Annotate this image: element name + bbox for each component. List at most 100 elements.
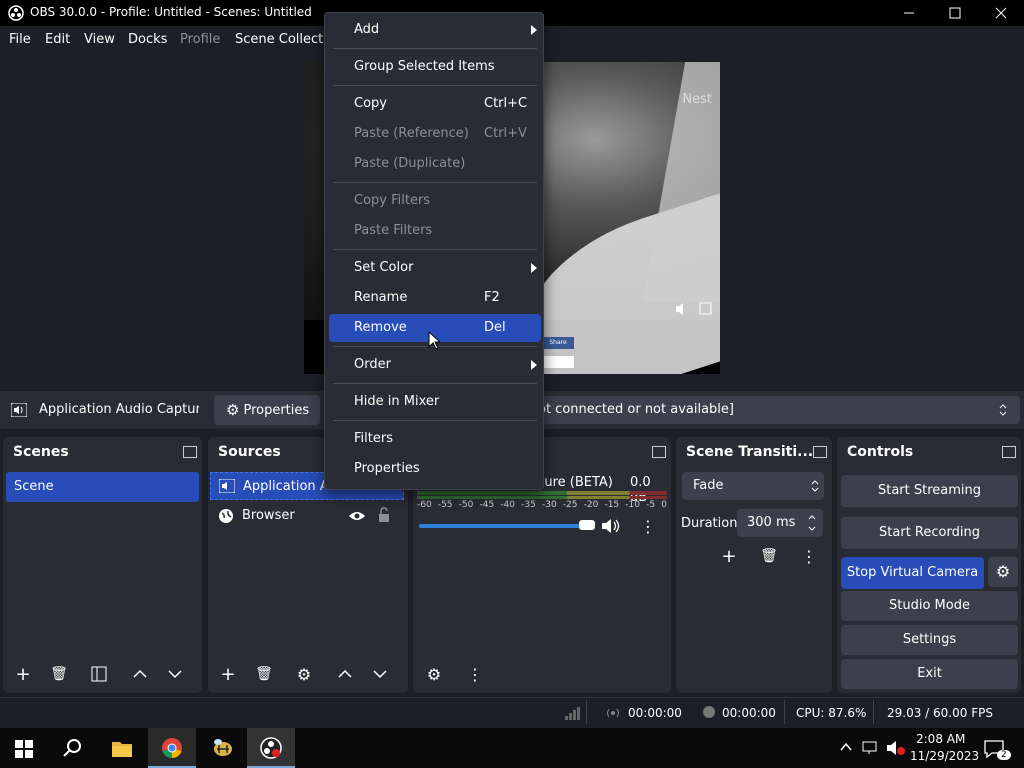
trash-icon: 🗑 — [760, 548, 778, 564]
eye-icon[interactable] — [348, 510, 366, 522]
volume-muted-icon[interactable] — [886, 740, 906, 756]
share-button[interactable]: Share — [542, 337, 574, 349]
move-source-up-button[interactable] — [330, 660, 360, 688]
exit-button[interactable]: Exit — [841, 659, 1018, 689]
app-bee-icon[interactable] — [211, 737, 235, 759]
menu-item-paste-reference[interactable]: Paste (Reference) Ctrl+V — [329, 120, 541, 148]
unlock-icon[interactable] — [378, 507, 390, 523]
menu-item-label: Remove — [354, 320, 407, 335]
virtual-camera-settings-button[interactable]: ⚙ — [988, 557, 1018, 587]
mouse-cursor-icon — [428, 331, 440, 350]
maximize-icon — [949, 7, 961, 19]
float-dock-icon[interactable] — [183, 446, 197, 458]
meter-tick: -10 — [625, 500, 640, 510]
menu-item-rename[interactable]: Rename F2 — [329, 284, 541, 312]
volume-slider[interactable] — [419, 524, 589, 528]
close-button[interactable] — [978, 0, 1024, 26]
float-dock-icon[interactable] — [652, 446, 666, 458]
start-streaming-button[interactable]: Start Streaming — [841, 475, 1018, 507]
menu-item-add[interactable]: Add — [329, 16, 541, 44]
transition-select[interactable]: Fade — [682, 472, 824, 500]
menu-shortcut: F2 — [484, 290, 500, 305]
menu-item-properties[interactable]: Properties — [329, 455, 541, 483]
menu-view[interactable]: View — [84, 32, 115, 47]
menu-item-filters[interactable]: Filters — [329, 425, 541, 453]
menu-item-group[interactable]: Group Selected Items — [329, 53, 541, 81]
menu-item-set-color[interactable]: Set Color — [329, 254, 541, 282]
chevron-up-icon[interactable] — [840, 742, 852, 752]
menu-item-hide-in-mixer[interactable]: Hide in Mixer — [329, 388, 541, 416]
menu-scene-collection[interactable]: Scene Collectio — [235, 32, 335, 47]
add-source-button[interactable]: + — [213, 660, 243, 688]
meter-tick: 0 — [661, 500, 667, 510]
network-icon[interactable] — [862, 740, 880, 756]
mixer-more-button[interactable]: ⋮ — [460, 660, 490, 688]
menu-file[interactable]: File — [9, 32, 31, 47]
stop-virtual-camera-button[interactable]: Stop Virtual Camera — [841, 557, 984, 589]
minimize-button[interactable] — [886, 0, 932, 26]
windows-start-icon[interactable] — [15, 740, 33, 758]
remove-transition-button[interactable]: 🗑 — [754, 542, 784, 570]
search-icon[interactable] — [62, 738, 82, 758]
menu-separator — [333, 249, 537, 250]
source-item-browser[interactable]: Browser — [210, 502, 404, 530]
device-select-value: ot connected or not available] — [538, 402, 734, 417]
add-transition-button[interactable]: + — [714, 542, 744, 570]
menu-shortcut: Ctrl+C — [484, 96, 528, 111]
maximize-button[interactable] — [932, 0, 978, 26]
controls-title: Controls — [847, 444, 914, 460]
record-icon — [703, 706, 715, 718]
remove-scene-button[interactable]: 🗑 — [44, 660, 74, 688]
more-vertical-icon: ⋮ — [640, 516, 656, 536]
remove-source-button[interactable]: 🗑 — [249, 660, 279, 688]
obs-taskbar-item[interactable] — [247, 728, 295, 768]
move-scene-up-button[interactable] — [125, 660, 155, 688]
menu-item-copy[interactable]: Copy Ctrl+C — [329, 90, 541, 118]
menu-item-order[interactable]: Order — [329, 351, 541, 379]
menu-shortcut: Del — [484, 320, 506, 335]
menu-item-label: Paste Filters — [354, 223, 433, 238]
menu-shortcut: Ctrl+V — [484, 126, 527, 141]
add-scene-button[interactable]: + — [8, 660, 38, 688]
more-vertical-icon: ⋮ — [467, 664, 483, 684]
volume-slider-handle[interactable] — [579, 520, 595, 530]
mixer-menu-button[interactable]: ⋮ — [633, 512, 663, 540]
file-explorer-icon[interactable] — [111, 738, 133, 758]
move-scene-down-button[interactable] — [160, 660, 190, 688]
menu-profile[interactable]: Profile — [180, 32, 220, 47]
menu-item-copy-filters[interactable]: Copy Filters — [329, 187, 541, 215]
move-source-down-button[interactable] — [365, 660, 395, 688]
scenes-title: Scenes — [13, 444, 69, 460]
meter-tick: -25 — [562, 500, 578, 510]
scene-filters-button[interactable] — [84, 660, 114, 688]
device-select[interactable]: ot connected or not available] — [524, 396, 1020, 424]
studio-mode-button[interactable]: Studio Mode — [841, 591, 1018, 621]
mixer-settings-button[interactable]: ⚙ — [419, 660, 449, 688]
settings-button[interactable]: Settings — [841, 625, 1018, 655]
plus-icon: + — [220, 663, 236, 685]
preview-white-element — [544, 356, 574, 368]
transition-menu-button[interactable]: ⋮ — [794, 542, 824, 570]
menu-item-paste-duplicate[interactable]: Paste (Duplicate) — [329, 150, 541, 178]
menu-edit[interactable]: Edit — [45, 32, 70, 47]
selected-source-name: Application Audio Capture ( — [39, 402, 199, 417]
duration-spinbox[interactable]: 300 ms — [737, 509, 823, 537]
properties-button[interactable]: ⚙ Properties — [214, 395, 320, 425]
menu-item-label: Rename — [354, 290, 408, 305]
float-dock-icon[interactable] — [813, 446, 827, 458]
menu-item-paste-filters[interactable]: Paste Filters — [329, 217, 541, 245]
volume-icon[interactable] — [601, 518, 621, 534]
fps-readout: 29.03 / 60.00 FPS — [887, 706, 993, 720]
clock-date[interactable]: 11/29/2023 — [910, 749, 979, 763]
start-recording-button[interactable]: Start Recording — [841, 517, 1018, 549]
float-dock-icon[interactable] — [1002, 446, 1016, 458]
scene-list-item[interactable]: Scene — [6, 472, 199, 502]
transition-type: Fade — [693, 478, 724, 493]
clock-time[interactable]: 2:08 AM — [916, 732, 965, 746]
menu-separator — [333, 420, 537, 421]
gear-icon: ⚙ — [226, 401, 240, 419]
menu-docks[interactable]: Docks — [128, 32, 167, 47]
source-properties-button[interactable]: ⚙ — [289, 660, 319, 688]
chrome-taskbar-item[interactable] — [148, 728, 196, 768]
gear-icon: ⚙ — [296, 664, 312, 684]
